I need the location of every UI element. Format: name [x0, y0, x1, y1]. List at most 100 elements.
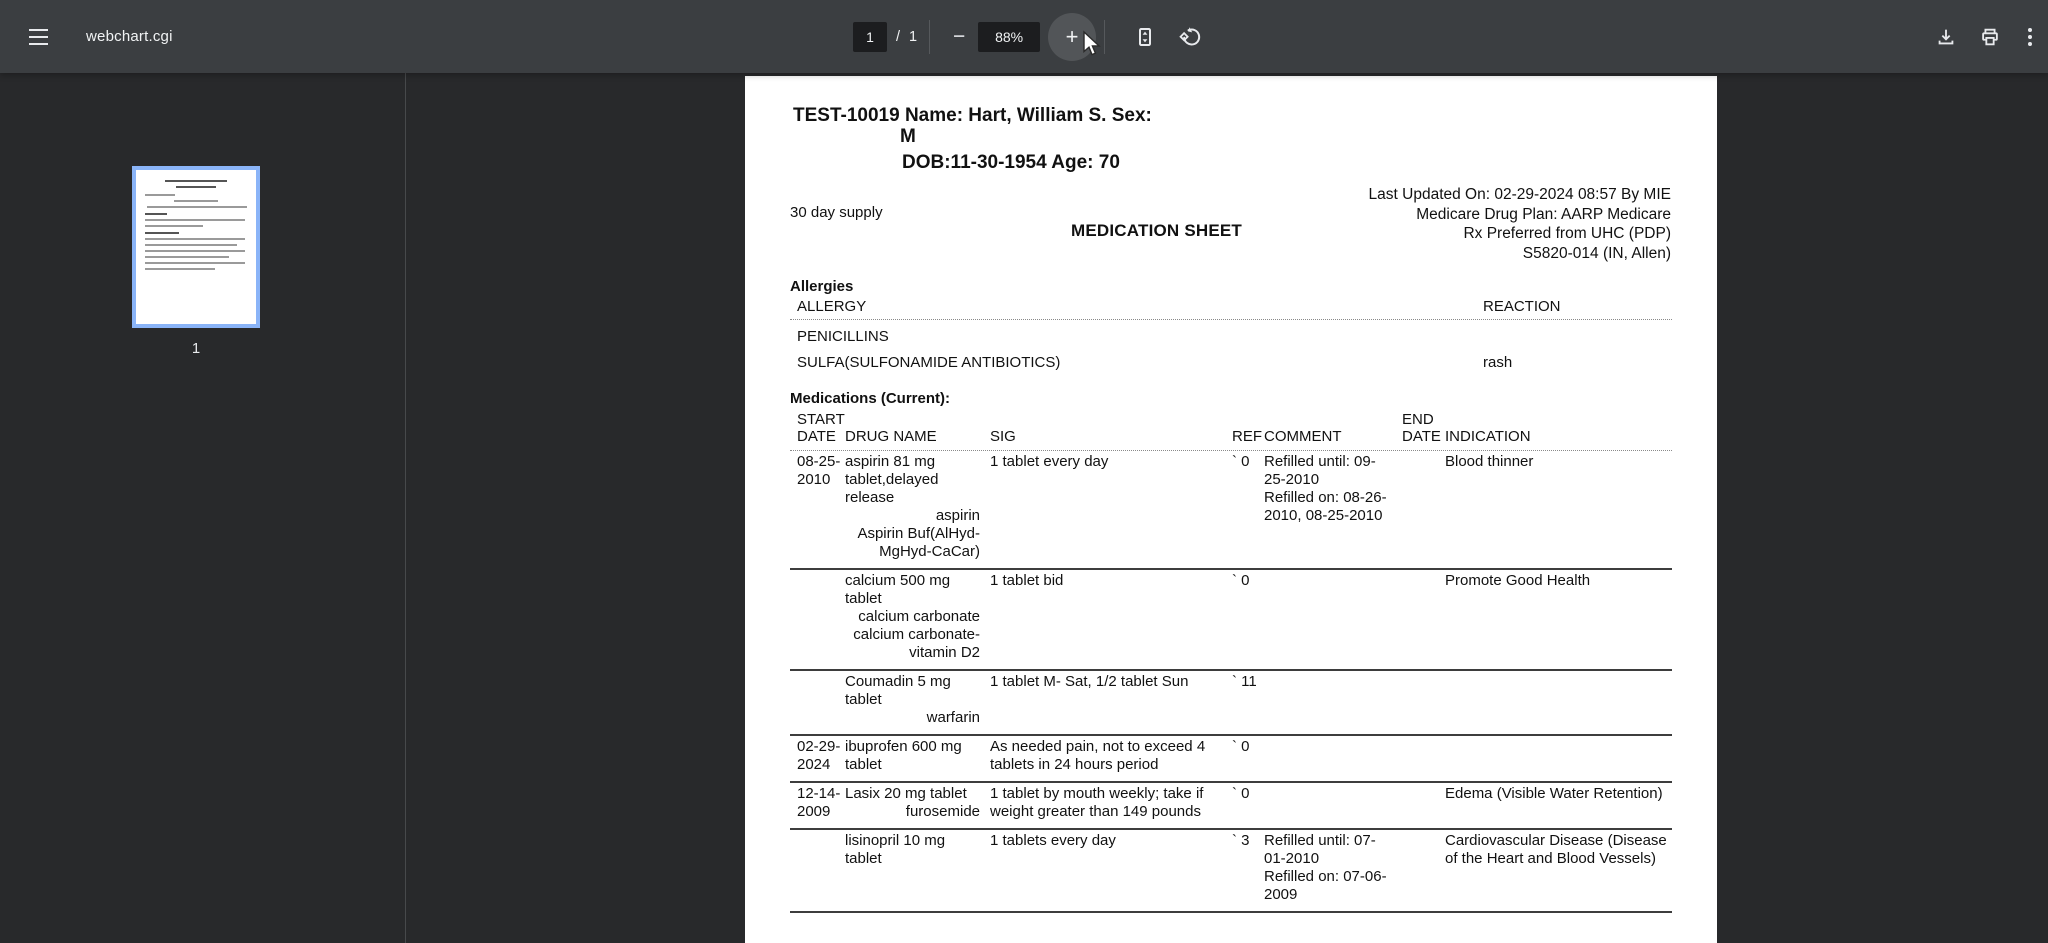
allergies-header-row: ALLERGY REACTION [790, 298, 1672, 320]
med-drug-generic: calcium carbonate-vitamin D2 [853, 626, 980, 661]
toolbar-center: 1 / 1 − 88% + [853, 0, 1211, 73]
toolbar-left: webchart.cgi [18, 0, 173, 73]
med-start-date [790, 572, 845, 662]
medications-heading: Medications (Current): [790, 390, 951, 407]
med-drug-generic: furosemide [905, 803, 980, 820]
med-indication [1445, 738, 1672, 774]
page-thumbnail[interactable]: 1 [132, 166, 260, 357]
med-drug-name: calcium 500 mg tablet [845, 572, 951, 607]
med-end-date [1402, 738, 1442, 774]
med-comment-cell [1264, 738, 1394, 774]
med-start-date [790, 673, 845, 727]
med-drug-cell: aspirin 81 mg tablet,delayed release aspi… [845, 453, 980, 561]
toolbar-divider [1104, 19, 1106, 54]
med-ref: ` 0 [1232, 453, 1250, 470]
zoom-level-input[interactable]: 88% [978, 21, 1041, 52]
med-indication: Edema (Visible Water Retention) [1445, 785, 1663, 802]
col-start-date: START DATE [797, 411, 845, 445]
med-end-date [1402, 785, 1442, 821]
med-indication: Promote Good Health [1445, 572, 1591, 589]
meta-plan-line2: Rx Preferred from UHC (PDP) [1463, 225, 1671, 242]
med-drug-name: ibuprofen 600 mg tablet [845, 738, 962, 773]
med-ref: ` 0 [1232, 738, 1250, 755]
allergy-name: SULFA(SULFONAMIDE ANTIBIOTICS) [797, 354, 1061, 371]
med-drug-name: Lasix 20 mg tablet [845, 785, 967, 802]
sheet-title: MEDICATION SHEET [1071, 221, 1243, 240]
medication-row: Coumadin 5 mg tablet warfarin 1 tablet M- … [790, 671, 1672, 736]
med-start-date [790, 832, 845, 904]
download-icon[interactable] [1924, 15, 1968, 59]
med-indication: Cardiovascular Disease (Disease of the H… [1445, 832, 1667, 867]
med-comment-line: Refilled on: 08-26-2010, 08-25-2010 [1264, 489, 1387, 524]
med-drug-generic: calcium carbonate [858, 608, 980, 625]
med-drug-cell: lisinopril 10 mg tablet [845, 832, 980, 904]
med-drug-generic: warfarin [926, 709, 980, 726]
med-drug-cell: Lasix 20 mg tablet furosemide [845, 785, 980, 821]
medications-header-row: START DATE DRUG NAME SIG REF COMMENT END… [790, 411, 1672, 451]
med-indication: Blood thinner [1445, 453, 1534, 470]
med-drug-generic: Aspirin Buf(AlHyd-MgHyd-CaCar) [857, 525, 980, 560]
med-comment-cell [1264, 673, 1394, 727]
med-drug-cell: Coumadin 5 mg tablet warfarin [845, 673, 980, 727]
medication-row: calcium 500 mg tablet calcium carbonate ca… [790, 570, 1672, 671]
patient-sex: M [900, 126, 916, 147]
med-comment-cell: Refilled until: 09-25-2010 Refilled on: 0… [1264, 453, 1394, 561]
fit-to-page-icon[interactable] [1125, 17, 1165, 57]
med-start-date: 02-29-2024 [797, 738, 841, 773]
allergy-row: PENICILLINS [790, 328, 1672, 346]
med-comment-cell [1264, 572, 1394, 662]
zoom-in-button[interactable]: + [1048, 12, 1097, 61]
thumbnail-page-preview [136, 170, 256, 324]
zoom-out-button[interactable]: − [942, 20, 976, 54]
more-options-icon[interactable] [2012, 15, 2048, 59]
allergies-heading: Allergies [790, 278, 854, 295]
medication-row: 02-29-2024 ibuprofen 600 mg tablet As need… [790, 736, 1672, 783]
med-sig: 1 tablets every day [990, 832, 1116, 849]
patient-id-name: TEST-10019 Name: Hart, William S. Sex: [793, 105, 1152, 126]
allergy-reaction: rash [1483, 354, 1513, 371]
medication-row: 08-25-2010 aspirin 81 mg tablet,delayed r… [790, 451, 1672, 570]
med-end-date [1402, 673, 1442, 727]
col-drug-name: DRUG NAME [845, 428, 937, 445]
page-total: 1 [909, 28, 918, 45]
med-sig: 1 tablet by mouth weekly; take if weight… [990, 785, 1204, 820]
pdf-page: TEST-10019 Name: Hart, William S. Sex: M… [745, 76, 1717, 943]
med-sig: 1 tablet bid [990, 572, 1064, 589]
allergies-section: Allergies ALLERGY REACTION PENICILLINS SU… [790, 278, 1672, 372]
thumbnail-selection-border [132, 166, 260, 328]
patient-dob-age: DOB:11-30-1954 Age: 70 [902, 152, 1120, 173]
pdf-viewport: TEST-10019 Name: Hart, William S. Sex: M… [407, 73, 2048, 943]
allergy-rows: PENICILLINS SULFA(SULFONAMIDE ANTIBIOTICS… [790, 328, 1672, 372]
medications-section: Medications (Current): START DATE DRUG N… [790, 390, 1672, 913]
thumbnail-sidebar: 1 [0, 73, 406, 943]
supply-note: 30 day supply [790, 204, 883, 221]
document-title: webchart.cgi [86, 28, 173, 45]
reaction-column-header: REACTION [1483, 298, 1561, 315]
rotate-icon[interactable] [1171, 17, 1211, 57]
med-drug-generic: aspirin [935, 507, 980, 524]
med-start-date: 08-25-2010 [797, 453, 841, 488]
allergy-name: PENICILLINS [797, 328, 889, 345]
menu-icon[interactable] [18, 17, 58, 57]
sheet-meta: Last Updated On: 02-29-2024 08:57 By MIE… [1369, 185, 1671, 263]
page-separator: / [896, 28, 901, 45]
print-icon[interactable] [1968, 15, 2012, 59]
med-end-date [1402, 832, 1442, 904]
meta-drug-plan: Medicare Drug Plan: AARP Medicare [1416, 205, 1671, 223]
med-drug-name: lisinopril 10 mg tablet [845, 832, 946, 867]
med-drug-name: Coumadin 5 mg tablet [845, 673, 951, 708]
med-drug-name: aspirin 81 mg tablet,delayed release [845, 453, 939, 506]
meta-last-updated: Last Updated On: 02-29-2024 08:57 By MIE [1368, 186, 1671, 203]
med-start-date: 12-14-2009 [797, 785, 841, 820]
med-drug-cell: ibuprofen 600 mg tablet [845, 738, 980, 774]
med-sig: As needed pain, not to exceed 4 tablets … [990, 738, 1206, 773]
med-sig: 1 tablet M- Sat, 1/2 tablet Sun [990, 673, 1189, 690]
page-number-input[interactable]: 1 [853, 21, 887, 52]
allergy-reaction [1483, 328, 1672, 346]
med-ref: ` 3 [1232, 832, 1250, 849]
allergy-column-header: ALLERGY [797, 298, 867, 315]
med-comment-line: Refilled on: 07-06-2009 [1264, 868, 1387, 903]
med-ref: ` 11 [1232, 673, 1257, 690]
med-ref: ` 0 [1232, 572, 1250, 589]
med-comment-cell [1264, 785, 1394, 821]
